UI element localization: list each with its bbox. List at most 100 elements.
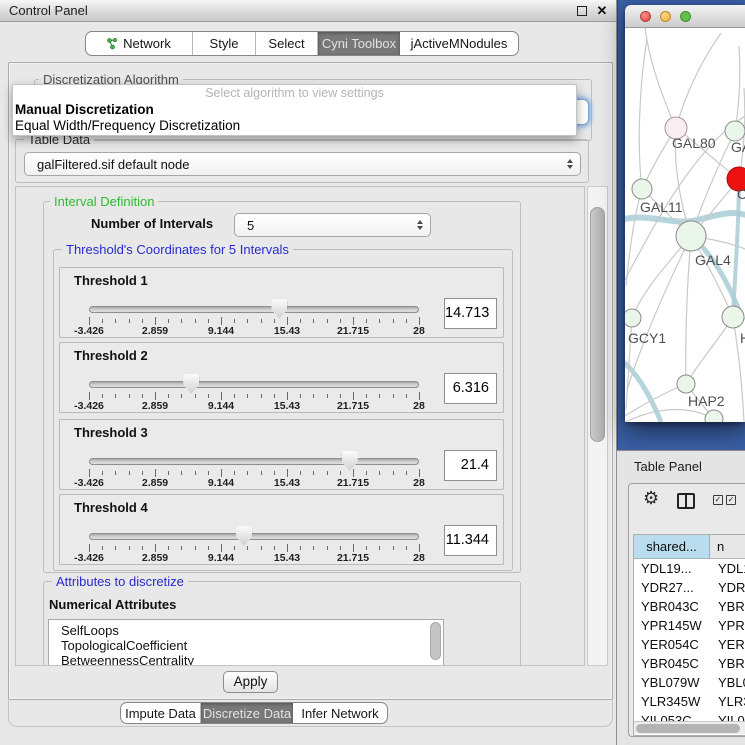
table-cell-name: YBL0 — [710, 673, 745, 692]
slider-tick-label: 15.43 — [274, 552, 300, 564]
attribute-items: SelfLoopsTopologicalCoefficientBetweenne… — [49, 623, 443, 666]
settings-scroll-area: Interval Definition Number of Intervals … — [15, 186, 585, 666]
table-data-selected-value: galFiltered.sif default node — [37, 153, 189, 175]
tab-infer-network[interactable]: Infer Network — [293, 703, 387, 723]
network-icon — [107, 38, 118, 50]
threshold-2-value-field[interactable]: 6.316 — [444, 373, 497, 404]
horizontal-scrollbar-thumb[interactable] — [636, 724, 740, 733]
cyni-bottom-tabs: Impute Data Discretize DataInfer Network — [120, 702, 388, 724]
tab-style[interactable]: Style — [193, 32, 256, 55]
attribute-item[interactable]: SelfLoops — [49, 623, 443, 638]
threshold-1-value-field[interactable]: 14.713 — [444, 298, 497, 329]
slider-tick-label: 21.715 — [337, 400, 369, 412]
node-label: GAL11 — [640, 199, 683, 215]
slider-tick-label: 9.144 — [208, 325, 234, 337]
threshold-3-value-field[interactable]: 21.4 — [444, 450, 497, 481]
number-of-intervals-label: Number of Intervals — [91, 216, 213, 231]
table-cell-shared-name: YER054C — [634, 635, 710, 654]
tab-jactivemnodules[interactable]: jActiveMNodules — [400, 32, 518, 55]
float-window-button[interactable] — [577, 6, 587, 16]
tab-label: Impute Data — [125, 706, 196, 721]
table-cell-name: YBR0 — [710, 597, 745, 616]
gear-icon[interactable]: ⚙ — [643, 488, 659, 509]
close-window-button[interactable] — [640, 11, 651, 22]
number-of-intervals-combobox[interactable]: 5 — [234, 213, 431, 237]
checkbox-icon[interactable]: ✓ — [726, 495, 736, 505]
tab-network[interactable]: Network — [86, 32, 193, 55]
control-panel-title: Control Panel — [9, 0, 88, 22]
control-panel: Control Panel ✕ Network Style Select Cyni T… — [0, 0, 617, 745]
network-node-h[interactable] — [722, 306, 744, 328]
table-cell-shared-name: YDR27... — [634, 578, 710, 597]
threshold-4-slider-track[interactable] — [89, 533, 419, 540]
tab-select[interactable]: Select — [256, 32, 318, 55]
slider-tick-labels: -3.4262.8599.14415.4321.71528 — [60, 552, 503, 564]
attributes-list-scrollbar[interactable] — [430, 622, 441, 660]
column-header-shared-name[interactable]: shared... — [634, 535, 710, 559]
network-canvas[interactable]: GAL80GACGAL11GAL4GCY1HHAP2 — [625, 28, 745, 422]
table-data-combobox[interactable]: galFiltered.sif default node — [24, 152, 581, 176]
algorithm-option[interactable]: Manual Discretization — [13, 102, 576, 118]
table-row[interactable]: YDL19...YDL1 — [634, 559, 745, 578]
slider-tick-label: 2.859 — [142, 552, 168, 564]
table-row[interactable]: YLR345WYLR3 — [634, 692, 745, 711]
slider-tick-label: 28 — [413, 552, 425, 564]
threshold-3-slider-thumb[interactable] — [342, 451, 358, 471]
number-of-intervals-value: 5 — [247, 214, 254, 236]
slider-tick-label: 28 — [413, 477, 425, 489]
slider-tick-label: 15.43 — [274, 477, 300, 489]
network-node-gal4[interactable] — [676, 221, 706, 251]
threshold-2-panel: Threshold 2 -3.4262.8599.14415.4321.7152… — [59, 342, 504, 413]
split-columns-icon[interactable] — [677, 493, 695, 509]
threshold-1-slider-track[interactable] — [89, 306, 419, 313]
tab-label: Select — [268, 36, 304, 51]
slider-tick-label: 15.43 — [274, 325, 300, 337]
threshold-1-slider-thumb[interactable] — [271, 299, 287, 319]
close-panel-button[interactable]: ✕ — [595, 2, 609, 20]
table-row[interactable]: YBL079WYBL0 — [634, 673, 745, 692]
attribute-item[interactable]: TopologicalCoefficient — [49, 638, 443, 653]
tab-label: Style — [210, 36, 239, 51]
slider-tick-label: 15.43 — [274, 400, 300, 412]
algorithm-option[interactable]: Equal Width/Frequency Discretization — [13, 118, 576, 134]
tab-discretize-data[interactable]: Discretize Data — [201, 703, 293, 723]
table-row[interactable]: YBR045CYBR0 — [634, 654, 745, 673]
tab-cyni-toolbox[interactable]: Cyni Toolbox — [318, 32, 400, 55]
slider-tick-label: -3.426 — [74, 477, 104, 489]
column-header-name[interactable]: n — [710, 535, 745, 559]
network-node-gal11[interactable] — [632, 179, 652, 199]
node-label: GA — [731, 139, 745, 155]
network-node-gcy1[interactable] — [625, 309, 641, 327]
network-node-hap2[interactable] — [677, 375, 695, 393]
threshold-2-slider-track[interactable] — [89, 381, 419, 388]
table-header-row: shared... n — [634, 535, 745, 559]
algorithm-options-list: Manual DiscretizationEqual Width/Frequen… — [13, 102, 576, 134]
table-row[interactable]: YPR145WYPR1 — [634, 616, 745, 635]
threshold-4-slider-thumb[interactable] — [236, 526, 252, 546]
zoom-window-button[interactable] — [680, 11, 691, 22]
threshold-1-panel: Threshold 1 -3.4262.8599.14415.4321.7152… — [59, 267, 504, 338]
node-label: GAL4 — [695, 252, 731, 268]
checkbox-icon[interactable]: ✓ — [713, 495, 723, 505]
threshold-3-label: Threshold 3 — [74, 425, 148, 440]
tab-impute-data[interactable]: Impute Data — [121, 703, 201, 723]
table-row[interactable]: YDR27...YDR2 — [634, 578, 745, 597]
apply-button[interactable]: Apply — [223, 671, 278, 693]
network-node-ga[interactable] — [725, 121, 745, 141]
threshold-4-panel: Threshold 4 -3.4262.8599.14415.4321.7152… — [59, 494, 504, 565]
slider-tick-label: 9.144 — [208, 552, 234, 564]
table-row[interactable]: YBR043CYBR0 — [634, 597, 745, 616]
table-cell-shared-name: YBL079W — [634, 673, 710, 692]
threshold-4-value-field[interactable]: 11.344 — [444, 525, 497, 556]
table-cell-shared-name: YDL19... — [634, 559, 710, 578]
minimize-window-button[interactable] — [660, 11, 671, 22]
threshold-2-slider-thumb[interactable] — [183, 374, 199, 394]
table-cell-name: YPR1 — [710, 616, 745, 635]
table-row[interactable]: YER054CYER0 — [634, 635, 745, 654]
slider-tick-label: -3.426 — [74, 400, 104, 412]
control-panel-tabs: Network Style Select Cyni ToolboxjActiveMNo… — [85, 31, 519, 56]
vertical-scrollbar-thumb[interactable] — [590, 207, 605, 442]
attribute-item[interactable]: BetweennessCentrality — [49, 653, 443, 666]
table-cell-shared-name: YBR045C — [634, 654, 710, 673]
threshold-3-slider-track[interactable] — [89, 458, 419, 465]
